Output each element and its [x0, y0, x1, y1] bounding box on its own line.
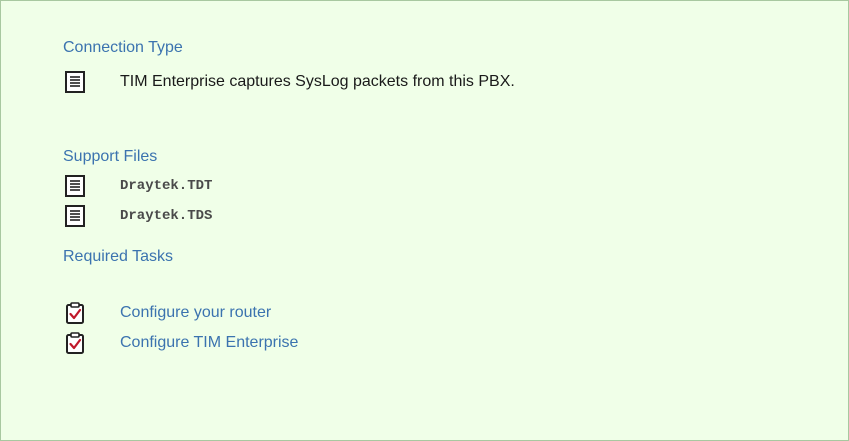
connection-type-text: TIM Enterprise captures SysLog packets f…	[120, 73, 515, 90]
document-icon	[63, 70, 87, 94]
checklist-icon	[63, 301, 87, 325]
document-icon	[63, 204, 87, 228]
info-panel: Connection Type TIM Enterprise captures …	[0, 0, 849, 441]
support-file-row: Draytek.TDS	[63, 204, 212, 228]
configure-tim-enterprise-link[interactable]: Configure TIM Enterprise	[120, 334, 298, 352]
required-tasks-heading: Required Tasks	[63, 248, 173, 265]
task-row: Configure TIM Enterprise	[63, 331, 298, 355]
configure-router-link[interactable]: Configure your router	[120, 304, 271, 322]
checklist-icon	[63, 331, 87, 355]
support-files-heading: Support Files	[63, 148, 158, 165]
support-file-row: Draytek.TDT	[63, 174, 212, 198]
task-row: Configure your router	[63, 301, 271, 325]
support-file-name: Draytek.TDS	[120, 208, 213, 224]
connection-type-heading: Connection Type	[63, 39, 183, 56]
connection-type-row: TIM Enterprise captures SysLog packets f…	[63, 70, 515, 94]
support-file-name: Draytek.TDT	[120, 178, 213, 194]
document-icon	[63, 174, 87, 198]
